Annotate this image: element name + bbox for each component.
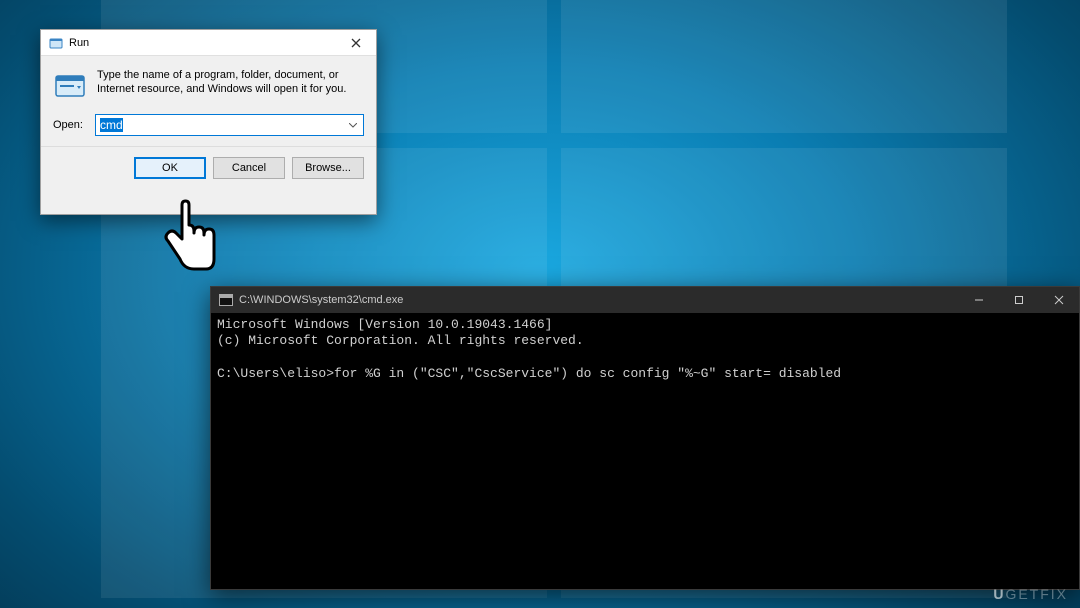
cancel-button[interactable]: Cancel — [213, 157, 285, 179]
run-close-button[interactable] — [336, 30, 376, 56]
cmd-maximize-button[interactable] — [999, 287, 1039, 313]
wallpaper-panel-tr — [561, 0, 1007, 133]
watermark: UGETFIX — [993, 586, 1068, 602]
run-open-input[interactable] — [95, 114, 364, 136]
run-title-icon — [49, 36, 63, 50]
run-description: Type the name of a program, folder, docu… — [97, 68, 364, 102]
cmd-title-icon — [219, 294, 233, 306]
ok-button[interactable]: OK — [134, 157, 206, 179]
pointing-hand-cursor-graphic — [160, 199, 224, 287]
cmd-output[interactable]: Microsoft Windows [Version 10.0.19043.14… — [211, 313, 1079, 589]
run-open-label: Open: — [53, 119, 87, 131]
run-open-dropdown[interactable] — [344, 114, 362, 136]
cmd-window: C:\WINDOWS\system32\cmd.exe Microsoft Wi… — [210, 286, 1080, 590]
cmd-close-button[interactable] — [1039, 287, 1079, 313]
run-dialog-icon — [53, 68, 87, 102]
browse-button[interactable]: Browse... — [292, 157, 364, 179]
run-titlebar[interactable]: Run — [41, 30, 376, 56]
run-dialog: Run Type the name of a program, folder, … — [40, 29, 377, 215]
run-title: Run — [69, 37, 336, 49]
watermark-prefix: U — [993, 586, 1005, 602]
cmd-titlebar[interactable]: C:\WINDOWS\system32\cmd.exe — [211, 287, 1079, 313]
cmd-minimize-button[interactable] — [959, 287, 999, 313]
watermark-rest: GETFIX — [1005, 586, 1068, 602]
cmd-title: C:\WINDOWS\system32\cmd.exe — [239, 294, 959, 306]
run-open-combobox[interactable] — [95, 114, 364, 136]
